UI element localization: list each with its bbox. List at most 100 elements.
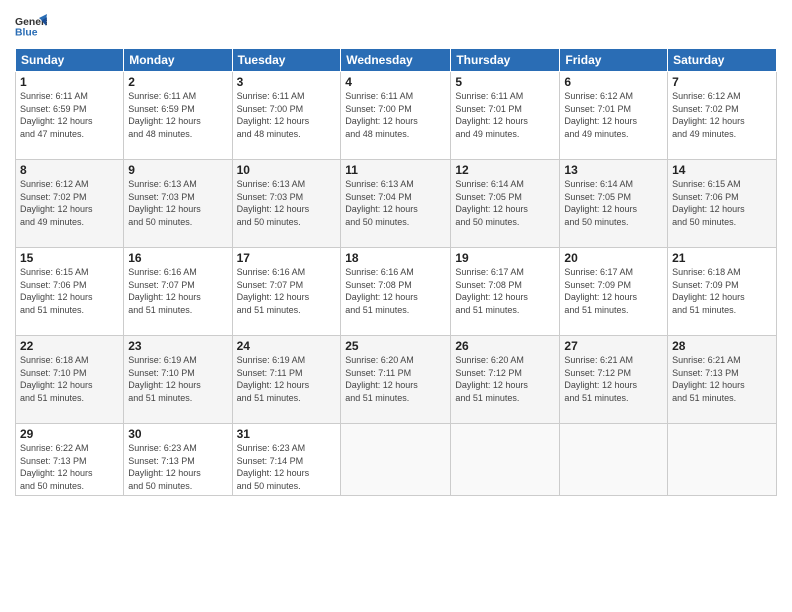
calendar-week-row: 29Sunrise: 6:22 AM Sunset: 7:13 PM Dayli…	[16, 424, 777, 496]
calendar-cell: 30Sunrise: 6:23 AM Sunset: 7:13 PM Dayli…	[124, 424, 232, 496]
calendar-week-row: 1Sunrise: 6:11 AM Sunset: 6:59 PM Daylig…	[16, 72, 777, 160]
weekday-header-sunday: Sunday	[16, 49, 124, 72]
day-number: 12	[455, 163, 555, 177]
calendar-cell: 5Sunrise: 6:11 AM Sunset: 7:01 PM Daylig…	[451, 72, 560, 160]
weekday-header-friday: Friday	[560, 49, 668, 72]
day-info: Sunrise: 6:11 AM Sunset: 7:01 PM Dayligh…	[455, 90, 555, 140]
calendar-cell: 22Sunrise: 6:18 AM Sunset: 7:10 PM Dayli…	[16, 336, 124, 424]
day-number: 4	[345, 75, 446, 89]
day-number: 8	[20, 163, 119, 177]
day-number: 29	[20, 427, 119, 441]
weekday-header-saturday: Saturday	[668, 49, 777, 72]
day-number: 28	[672, 339, 772, 353]
calendar-cell: 28Sunrise: 6:21 AM Sunset: 7:13 PM Dayli…	[668, 336, 777, 424]
calendar-cell: 16Sunrise: 6:16 AM Sunset: 7:07 PM Dayli…	[124, 248, 232, 336]
day-info: Sunrise: 6:16 AM Sunset: 7:08 PM Dayligh…	[345, 266, 446, 316]
day-number: 11	[345, 163, 446, 177]
day-info: Sunrise: 6:18 AM Sunset: 7:10 PM Dayligh…	[20, 354, 119, 404]
day-number: 2	[128, 75, 227, 89]
day-number: 17	[237, 251, 337, 265]
calendar-cell: 15Sunrise: 6:15 AM Sunset: 7:06 PM Dayli…	[16, 248, 124, 336]
day-info: Sunrise: 6:19 AM Sunset: 7:11 PM Dayligh…	[237, 354, 337, 404]
day-info: Sunrise: 6:23 AM Sunset: 7:14 PM Dayligh…	[237, 442, 337, 492]
calendar-cell	[668, 424, 777, 496]
day-info: Sunrise: 6:20 AM Sunset: 7:11 PM Dayligh…	[345, 354, 446, 404]
day-info: Sunrise: 6:21 AM Sunset: 7:13 PM Dayligh…	[672, 354, 772, 404]
day-number: 19	[455, 251, 555, 265]
day-info: Sunrise: 6:13 AM Sunset: 7:03 PM Dayligh…	[128, 178, 227, 228]
day-info: Sunrise: 6:14 AM Sunset: 7:05 PM Dayligh…	[564, 178, 663, 228]
calendar-cell: 8Sunrise: 6:12 AM Sunset: 7:02 PM Daylig…	[16, 160, 124, 248]
weekday-header-wednesday: Wednesday	[341, 49, 451, 72]
svg-text:Blue: Blue	[15, 28, 38, 39]
day-info: Sunrise: 6:11 AM Sunset: 6:59 PM Dayligh…	[128, 90, 227, 140]
day-info: Sunrise: 6:12 AM Sunset: 7:02 PM Dayligh…	[672, 90, 772, 140]
calendar-cell	[560, 424, 668, 496]
calendar-cell: 23Sunrise: 6:19 AM Sunset: 7:10 PM Dayli…	[124, 336, 232, 424]
page: General Blue SundayMondayTuesdayWednesda…	[0, 0, 792, 612]
day-info: Sunrise: 6:23 AM Sunset: 7:13 PM Dayligh…	[128, 442, 227, 492]
day-info: Sunrise: 6:11 AM Sunset: 6:59 PM Dayligh…	[20, 90, 119, 140]
calendar-cell: 31Sunrise: 6:23 AM Sunset: 7:14 PM Dayli…	[232, 424, 341, 496]
day-number: 24	[237, 339, 337, 353]
day-info: Sunrise: 6:12 AM Sunset: 7:01 PM Dayligh…	[564, 90, 663, 140]
calendar-cell: 3Sunrise: 6:11 AM Sunset: 7:00 PM Daylig…	[232, 72, 341, 160]
day-number: 3	[237, 75, 337, 89]
calendar-cell: 12Sunrise: 6:14 AM Sunset: 7:05 PM Dayli…	[451, 160, 560, 248]
day-number: 21	[672, 251, 772, 265]
day-number: 10	[237, 163, 337, 177]
day-number: 27	[564, 339, 663, 353]
calendar-cell: 24Sunrise: 6:19 AM Sunset: 7:11 PM Dayli…	[232, 336, 341, 424]
day-info: Sunrise: 6:11 AM Sunset: 7:00 PM Dayligh…	[345, 90, 446, 140]
calendar-cell: 19Sunrise: 6:17 AM Sunset: 7:08 PM Dayli…	[451, 248, 560, 336]
calendar-cell: 11Sunrise: 6:13 AM Sunset: 7:04 PM Dayli…	[341, 160, 451, 248]
calendar-cell: 25Sunrise: 6:20 AM Sunset: 7:11 PM Dayli…	[341, 336, 451, 424]
day-number: 25	[345, 339, 446, 353]
calendar-cell: 18Sunrise: 6:16 AM Sunset: 7:08 PM Dayli…	[341, 248, 451, 336]
calendar-cell: 21Sunrise: 6:18 AM Sunset: 7:09 PM Dayli…	[668, 248, 777, 336]
logo: General Blue	[15, 14, 51, 42]
calendar-cell: 13Sunrise: 6:14 AM Sunset: 7:05 PM Dayli…	[560, 160, 668, 248]
day-number: 31	[237, 427, 337, 441]
day-info: Sunrise: 6:13 AM Sunset: 7:04 PM Dayligh…	[345, 178, 446, 228]
day-number: 20	[564, 251, 663, 265]
day-number: 23	[128, 339, 227, 353]
day-info: Sunrise: 6:21 AM Sunset: 7:12 PM Dayligh…	[564, 354, 663, 404]
day-info: Sunrise: 6:17 AM Sunset: 7:08 PM Dayligh…	[455, 266, 555, 316]
logo-icon: General Blue	[15, 14, 47, 42]
day-number: 13	[564, 163, 663, 177]
calendar-cell: 6Sunrise: 6:12 AM Sunset: 7:01 PM Daylig…	[560, 72, 668, 160]
day-number: 18	[345, 251, 446, 265]
day-number: 15	[20, 251, 119, 265]
day-info: Sunrise: 6:16 AM Sunset: 7:07 PM Dayligh…	[128, 266, 227, 316]
day-info: Sunrise: 6:13 AM Sunset: 7:03 PM Dayligh…	[237, 178, 337, 228]
calendar-week-row: 22Sunrise: 6:18 AM Sunset: 7:10 PM Dayli…	[16, 336, 777, 424]
day-info: Sunrise: 6:17 AM Sunset: 7:09 PM Dayligh…	[564, 266, 663, 316]
weekday-header-tuesday: Tuesday	[232, 49, 341, 72]
weekday-header-monday: Monday	[124, 49, 232, 72]
day-number: 26	[455, 339, 555, 353]
day-info: Sunrise: 6:18 AM Sunset: 7:09 PM Dayligh…	[672, 266, 772, 316]
day-number: 5	[455, 75, 555, 89]
day-info: Sunrise: 6:20 AM Sunset: 7:12 PM Dayligh…	[455, 354, 555, 404]
day-number: 16	[128, 251, 227, 265]
header: General Blue	[15, 10, 777, 42]
day-number: 22	[20, 339, 119, 353]
calendar-table: SundayMondayTuesdayWednesdayThursdayFrid…	[15, 48, 777, 496]
day-number: 7	[672, 75, 772, 89]
calendar-cell: 10Sunrise: 6:13 AM Sunset: 7:03 PM Dayli…	[232, 160, 341, 248]
calendar-cell: 17Sunrise: 6:16 AM Sunset: 7:07 PM Dayli…	[232, 248, 341, 336]
calendar-cell: 26Sunrise: 6:20 AM Sunset: 7:12 PM Dayli…	[451, 336, 560, 424]
weekday-header-thursday: Thursday	[451, 49, 560, 72]
day-number: 6	[564, 75, 663, 89]
calendar-cell: 1Sunrise: 6:11 AM Sunset: 6:59 PM Daylig…	[16, 72, 124, 160]
day-number: 14	[672, 163, 772, 177]
calendar-cell: 27Sunrise: 6:21 AM Sunset: 7:12 PM Dayli…	[560, 336, 668, 424]
calendar-cell: 2Sunrise: 6:11 AM Sunset: 6:59 PM Daylig…	[124, 72, 232, 160]
calendar-cell: 7Sunrise: 6:12 AM Sunset: 7:02 PM Daylig…	[668, 72, 777, 160]
calendar-cell: 20Sunrise: 6:17 AM Sunset: 7:09 PM Dayli…	[560, 248, 668, 336]
day-info: Sunrise: 6:19 AM Sunset: 7:10 PM Dayligh…	[128, 354, 227, 404]
weekday-header-row: SundayMondayTuesdayWednesdayThursdayFrid…	[16, 49, 777, 72]
day-number: 30	[128, 427, 227, 441]
calendar-cell: 29Sunrise: 6:22 AM Sunset: 7:13 PM Dayli…	[16, 424, 124, 496]
